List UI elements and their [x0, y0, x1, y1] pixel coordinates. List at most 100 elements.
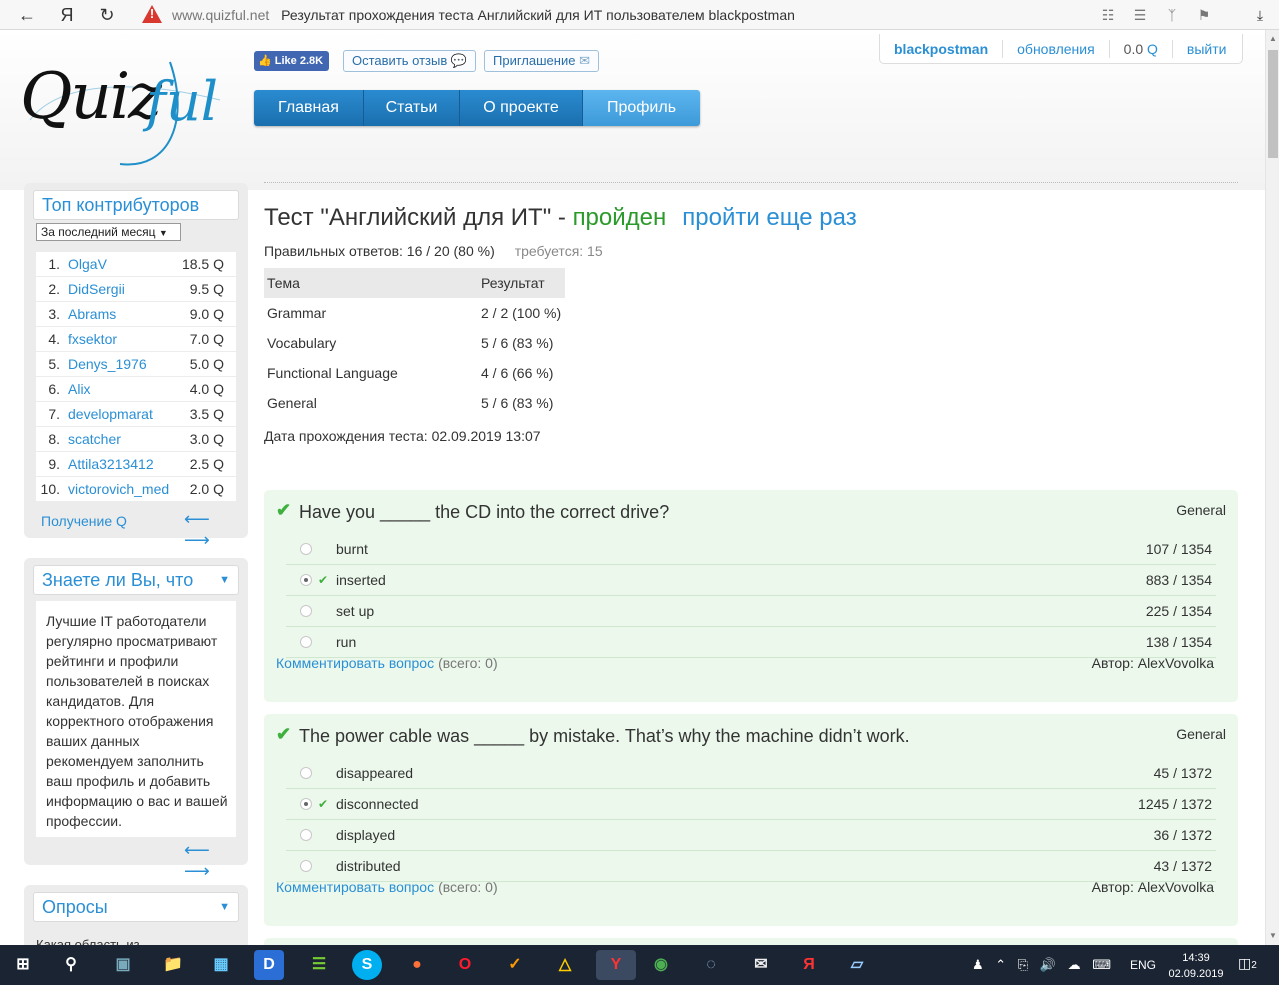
app-icon[interactable]: △ [550, 950, 580, 980]
yandex-icon[interactable]: Я [56, 4, 78, 26]
contributor-name-link[interactable]: Attila3213412 [68, 452, 154, 476]
app-icon[interactable]: ◌ [696, 950, 726, 980]
logout-link[interactable]: выйти [1173, 40, 1241, 58]
reader-icon[interactable]: ☷ [1097, 7, 1119, 24]
opera-icon[interactable]: O [450, 950, 480, 980]
retake-link[interactable]: пройти еще раз [682, 204, 856, 231]
correct-check-icon: ✔ [276, 724, 292, 744]
contributor-row: 10. victorovich_med 2.0 Q [36, 477, 236, 502]
fact-pager-arrows[interactable]: ⟵ ⟶ [184, 840, 248, 882]
contributor-rank: 9. [48, 456, 60, 472]
contributor-name-link[interactable]: victorovich_med [68, 477, 169, 501]
chrome-icon[interactable]: ◉ [646, 950, 676, 980]
facebook-like-button[interactable]: 👍 Like 2.8K [254, 51, 330, 71]
collapse-arrow-icon[interactable]: ▼ [219, 566, 230, 594]
contributor-score: 18.5 Q [181, 256, 224, 272]
q-balance-value: 0.0 [1123, 40, 1144, 57]
browser-actions: ☷ ☰ ᛉ ⚑ ⤓ [1097, 4, 1271, 26]
question-footer: Комментировать вопрос (всего: 0) Автор: Al… [276, 879, 1226, 895]
scroll-thumb[interactable] [1268, 50, 1278, 158]
scrollbar[interactable]: ▲ ▼ [1265, 30, 1279, 945]
firefox-icon[interactable]: ● [402, 950, 432, 980]
comment-question-link[interactable]: Комментировать вопрос [276, 655, 434, 671]
translate-icon[interactable]: ᛉ [1161, 7, 1183, 23]
address-bar[interactable]: www.quizful.net Результат прохождения те… [172, 7, 795, 23]
download-icon[interactable]: ⤓ [1249, 7, 1271, 24]
contributor-rank: 3. [48, 306, 60, 322]
quizful-logo[interactable]: Quiz ful [20, 60, 240, 170]
contributor-score: 7.0 Q [189, 331, 224, 347]
answer-radio [300, 798, 312, 810]
main-nav: Главная Статьи О проекте Профиль [254, 90, 700, 126]
username-link[interactable]: blackpostman [880, 39, 1004, 58]
app-icon[interactable]: D [254, 950, 284, 980]
updates-link[interactable]: обновления [1003, 39, 1110, 58]
contributors-pager-arrows[interactable]: ⟵ ⟶ [184, 509, 248, 551]
contributor-name-link[interactable]: Abrams [68, 302, 116, 326]
clock[interactable]: 14:39 02.09.2019 [1166, 950, 1226, 982]
contributor-name-link[interactable]: developmarat [68, 402, 153, 426]
skype-icon[interactable]: S [352, 950, 382, 980]
answer-count: 1245 / 1372 [1138, 796, 1212, 812]
app-icon[interactable]: ✓ [500, 950, 530, 980]
table-header-row: Тема Результат [264, 268, 565, 298]
feedback-button[interactable]: Оставить отзыв 💬 [343, 50, 477, 72]
contributor-name-link[interactable]: Alix [68, 377, 91, 401]
app-icon[interactable]: ▣ [108, 950, 138, 980]
check-icon: ✔ [318, 573, 329, 587]
search-icon[interactable]: ⚲ [56, 950, 86, 980]
topic-result-cell: 5 / 6 (83 %) [481, 335, 554, 351]
contributor-row: 7. developmarat 3.5 Q [36, 402, 236, 427]
contributor-name-link[interactable]: DidSergii [68, 277, 125, 301]
nav-profile[interactable]: Профиль [583, 90, 700, 126]
yandex-browser-icon[interactable]: Y [596, 950, 636, 980]
topic-result-cell: 5 / 6 (83 %) [481, 395, 554, 411]
contributor-name-link[interactable]: scatcher [68, 427, 121, 451]
wifi-app-icon[interactable]: ☰ [304, 950, 334, 980]
correct-check-icon: ✔ [276, 500, 292, 520]
invite-button[interactable]: Приглашение ✉ [484, 50, 599, 72]
app-icon[interactable]: ▱ [842, 950, 872, 980]
result-summary: Правильных ответов: 16 / 20 (80 %) требуе… [264, 243, 603, 259]
bookmark-icon[interactable]: ⚑ [1193, 7, 1215, 24]
text-icon[interactable]: ☰ [1129, 7, 1151, 24]
contributor-name-link[interactable]: OlgaV [68, 252, 107, 276]
nav-about[interactable]: О проекте [460, 90, 583, 126]
mail-icon[interactable]: ✉ [746, 950, 776, 980]
contributor-score: 2.0 Q [189, 481, 224, 497]
correct-answers: Правильных ответов: 16 / 20 (80 %) [264, 243, 495, 259]
yandex-icon[interactable]: Я [794, 950, 824, 980]
language-indicator[interactable]: ENG [1130, 958, 1156, 972]
column-header-result: Результат [478, 268, 565, 298]
tray-icons[interactable]: ♟ ⌃ ⎘ 🔊 ☁ ⌨ [972, 957, 1115, 973]
contributor-score: 2.5 Q [189, 456, 224, 472]
top-contributors-title[interactable]: Топ контрибуторов [33, 190, 239, 220]
contributor-name-link[interactable]: fxsektor [68, 327, 117, 351]
reload-icon[interactable]: ↻ [96, 4, 118, 26]
get-q-link[interactable]: Получение Q [41, 513, 127, 529]
answer-radio [300, 767, 312, 779]
polls-title-text: Опросы [42, 897, 108, 917]
app-icon[interactable]: ▦ [206, 950, 236, 980]
polls-title[interactable]: Опросы ▼ [33, 892, 239, 922]
period-select[interactable]: За последний месяц ▼ [36, 223, 181, 241]
collapse-arrow-icon[interactable]: ▼ [219, 893, 230, 921]
contributor-name-link[interactable]: Denys_1976 [68, 352, 147, 376]
scroll-up-icon[interactable]: ▲ [1266, 32, 1279, 46]
windows-start-icon[interactable]: ⊞ [8, 950, 38, 980]
nav-articles[interactable]: Статьи [364, 90, 460, 126]
answer-radio [300, 860, 312, 872]
polls-panel: Опросы ▼ Какая область из [24, 885, 248, 945]
comment-question-link[interactable]: Комментировать вопрос [276, 879, 434, 895]
notification-count: 2 [1251, 960, 1257, 971]
contributor-score: 3.0 Q [189, 431, 224, 447]
did-you-know-title[interactable]: Знаете ли Вы, что ▼ [33, 565, 239, 595]
scroll-down-icon[interactable]: ▼ [1266, 929, 1279, 943]
back-icon[interactable]: ← [16, 4, 38, 26]
warning-icon[interactable]: ! [142, 5, 162, 23]
notifications-icon[interactable]: ◫2 [1238, 955, 1262, 975]
q-balance[interactable]: 0.0 Q [1110, 39, 1173, 58]
file-explorer-icon[interactable]: 📁 [158, 950, 188, 980]
nav-main[interactable]: Главная [254, 90, 364, 126]
answer-label: burnt [336, 541, 368, 557]
